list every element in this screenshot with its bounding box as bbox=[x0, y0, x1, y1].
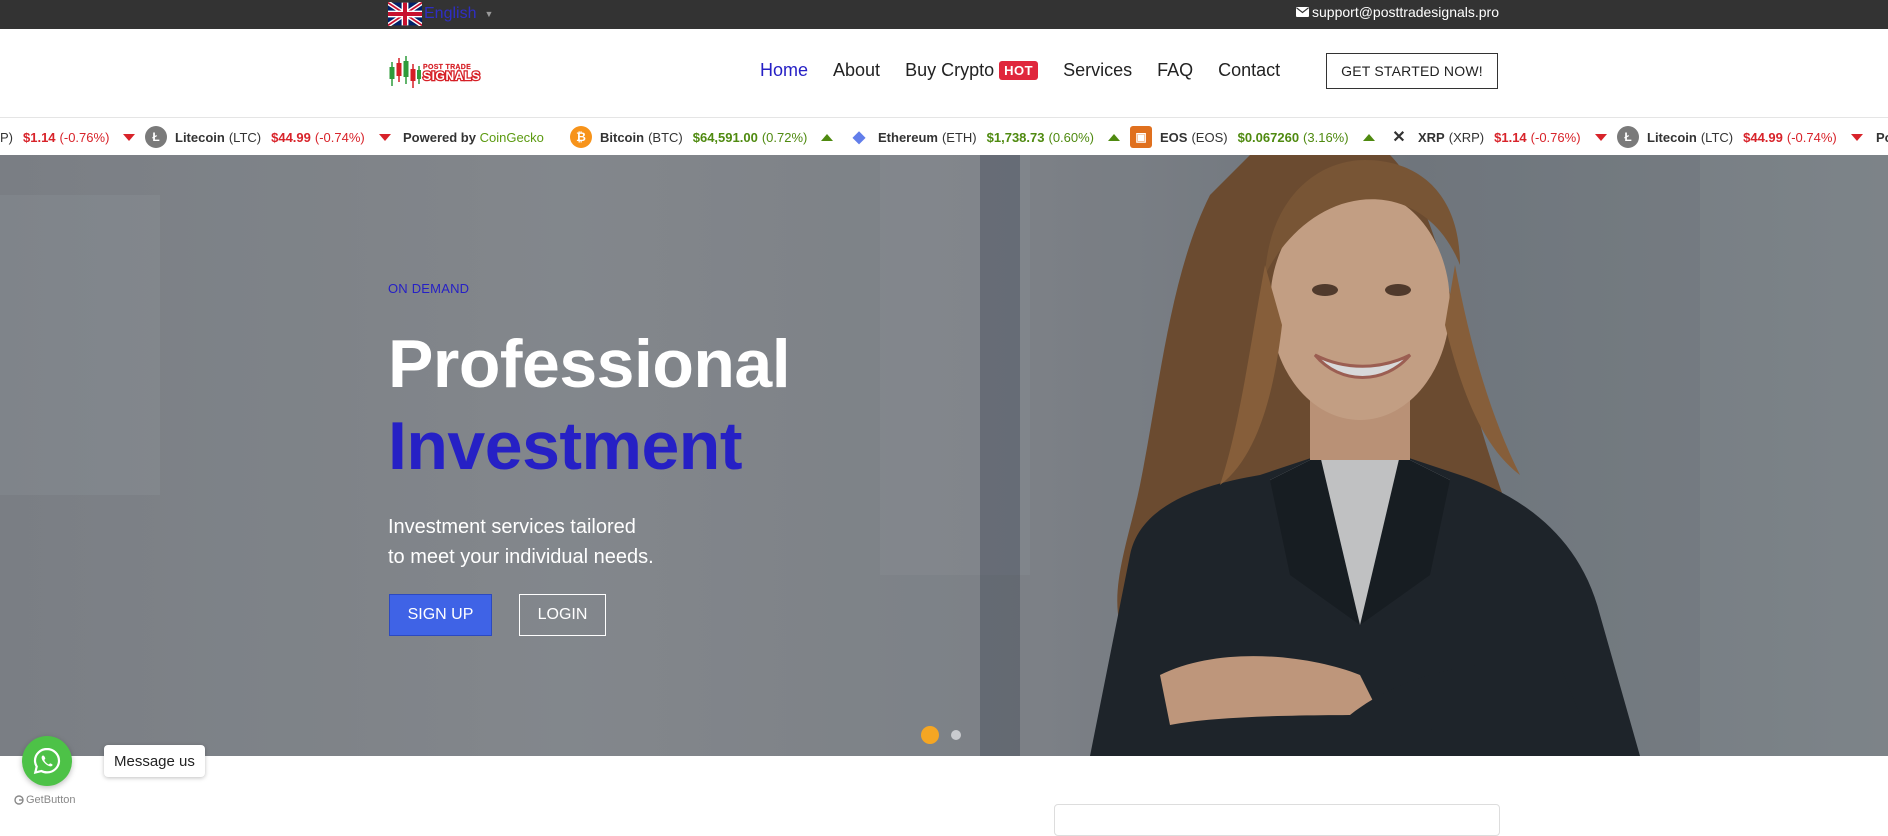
ticker-change: (-0.76%) bbox=[1530, 129, 1581, 145]
hero-subtitle-line-1: Investment services tailored bbox=[388, 516, 636, 538]
ticker-price: $0.067260 bbox=[1237, 129, 1300, 145]
ticker-powered-by[interactable]: Powered by CoinGecko bbox=[403, 118, 544, 156]
ticker-name: XRP bbox=[1418, 129, 1445, 145]
ticker-symbol: (BTC) bbox=[648, 129, 683, 145]
bitcoin-icon: ₿ bbox=[570, 126, 592, 148]
hero-title-line-1: Professional bbox=[388, 326, 791, 402]
candlestick-logo-icon bbox=[389, 56, 421, 88]
up-arrow-icon bbox=[821, 133, 834, 141]
ticker-price: $44.99 bbox=[271, 129, 311, 145]
site-logo[interactable]: POST TRADE SIGNALS bbox=[388, 54, 481, 90]
ticker-price: $1.14 bbox=[1494, 129, 1527, 145]
ticker-item-eos[interactable]: ▣ EOS (EOS) $0.067260 (3.16%) bbox=[1130, 118, 1375, 156]
nav-buy-crypto[interactable]: Buy Crypto HOT bbox=[905, 60, 1039, 81]
ticker-item-xrp-partial[interactable]: P) $1.14 (-0.76%) bbox=[0, 118, 136, 156]
coingecko-link[interactable]: CoinGecko bbox=[480, 130, 544, 145]
get-started-button[interactable]: GET STARTED NOW! bbox=[1326, 53, 1498, 89]
ticker-price: $44.99 bbox=[1743, 129, 1783, 145]
down-arrow-icon bbox=[123, 133, 136, 141]
ticker-symbol: (ETH) bbox=[941, 129, 977, 145]
nav-faq[interactable]: FAQ bbox=[1157, 60, 1193, 81]
litecoin-icon: Ł bbox=[1617, 126, 1639, 148]
uk-flag-icon bbox=[388, 2, 422, 26]
site-header: POST TRADE SIGNALS Home About Buy Crypto… bbox=[0, 29, 1888, 117]
getbutton-logo-icon bbox=[14, 795, 24, 805]
slider-dot-1[interactable] bbox=[921, 726, 939, 744]
getbutton-credit[interactable]: GetButton bbox=[14, 794, 76, 806]
ticker-name: Litecoin bbox=[1647, 129, 1697, 145]
ticker-change: (-0.76%) bbox=[59, 129, 110, 145]
hero-subtitle-line-2: to meet your individual needs. bbox=[388, 546, 654, 568]
slider-dot-2[interactable] bbox=[951, 730, 961, 740]
ethereum-icon: ◆ bbox=[852, 129, 866, 146]
whatsapp-icon bbox=[33, 747, 61, 775]
ticker-symbol: (LTC) bbox=[228, 129, 262, 145]
login-button[interactable]: LOGIN bbox=[519, 594, 606, 636]
caret-down-icon[interactable]: ▼ bbox=[484, 9, 493, 19]
ticker-symbol: (LTC) bbox=[1700, 129, 1734, 145]
ticker-item-xrp[interactable]: ✕ XRP (XRP) $1.14 (-0.76%) bbox=[1388, 118, 1607, 156]
support-email-text[interactable]: support@posttradesignals.pro bbox=[1312, 4, 1499, 20]
logo-wordmark: POST TRADE SIGNALS bbox=[422, 63, 482, 84]
nav-contact[interactable]: Contact bbox=[1218, 60, 1280, 81]
hero-title-line-2: Investment bbox=[388, 408, 743, 484]
content-card-top-edge bbox=[1054, 804, 1500, 836]
hero-subtitle: Investment services tailored to meet you… bbox=[388, 512, 654, 572]
up-arrow-icon bbox=[1108, 133, 1121, 141]
ticker-price: $1.14 bbox=[23, 129, 56, 145]
language-label[interactable]: English bbox=[424, 5, 476, 23]
getbutton-label[interactable]: GetButton bbox=[26, 794, 76, 806]
ticker-price: $1,738.73 bbox=[986, 129, 1045, 145]
powered-by-label: Powered by bbox=[403, 129, 476, 145]
whatsapp-button[interactable] bbox=[22, 736, 72, 786]
support-email[interactable]: support@posttradesignals.pro bbox=[1296, 4, 1499, 20]
hot-badge: HOT bbox=[999, 61, 1039, 80]
ticker-item-bitcoin[interactable]: ₿ Bitcoin (BTC) $64,591.00 (0.72%) bbox=[570, 118, 834, 156]
litecoin-icon: Ł bbox=[145, 126, 167, 148]
ticker-change: (0.60%) bbox=[1048, 129, 1095, 145]
ticker-symbol: P) bbox=[0, 129, 13, 145]
logo-line-2: SIGNALS bbox=[422, 69, 482, 84]
up-arrow-icon bbox=[1362, 133, 1375, 141]
ticker-name: Litecoin bbox=[175, 129, 225, 145]
message-us-bubble[interactable]: Message us bbox=[104, 745, 205, 777]
nav-buy-crypto-label[interactable]: Buy Crypto bbox=[905, 60, 994, 81]
sign-up-button[interactable]: SIGN UP bbox=[389, 594, 492, 636]
down-arrow-icon bbox=[1850, 133, 1863, 141]
ticker-name: Bitcoin bbox=[600, 129, 645, 145]
ticker-name: Ethereum bbox=[878, 129, 938, 145]
ticker-item-litecoin[interactable]: Ł Litecoin (LTC) $44.99 (-0.74%) bbox=[145, 118, 391, 156]
ticker-change: (0.72%) bbox=[761, 129, 808, 145]
xrp-icon: ✕ bbox=[1392, 129, 1406, 146]
ticker-change: (-0.74%) bbox=[314, 129, 365, 145]
ticker-symbol: (XRP) bbox=[1448, 129, 1485, 145]
nav-home[interactable]: Home bbox=[760, 60, 808, 81]
ticker-price: $64,591.00 bbox=[692, 129, 758, 145]
ticker-item-litecoin[interactable]: Ł Litecoin (LTC) $44.99 (-0.74%) bbox=[1617, 118, 1863, 156]
ticker-symbol: (EOS) bbox=[1191, 129, 1228, 145]
ticker-change: (-0.74%) bbox=[1786, 129, 1837, 145]
eos-icon: ▣ bbox=[1130, 126, 1152, 148]
crypto-price-ticker: P) $1.14 (-0.76%) Ł Litecoin (LTC) $44.9… bbox=[0, 117, 1888, 156]
ticker-item-ethereum[interactable]: ◆ Ethereum (ETH) $1,738.73 (0.60%) bbox=[848, 118, 1121, 156]
ticker-change: (3.16%) bbox=[1303, 129, 1349, 145]
hero-eyebrow: ON DEMAND bbox=[388, 281, 470, 296]
ticker-name: EOS bbox=[1160, 129, 1188, 145]
hero-slider: ON DEMAND Professional Investment Invest… bbox=[0, 155, 1888, 756]
top-bar: English ▼ support@posttradesignals.pro bbox=[0, 0, 1888, 29]
main-nav: Home About Buy Crypto HOT Services FAQ C… bbox=[760, 60, 1305, 81]
language-selector[interactable]: English ▼ bbox=[388, 2, 493, 26]
ticker-powered-by-partial[interactable]: Po bbox=[1876, 118, 1888, 156]
down-arrow-icon bbox=[378, 133, 391, 141]
hero-overlay bbox=[0, 155, 1888, 756]
nav-about[interactable]: About bbox=[833, 60, 880, 81]
down-arrow-icon bbox=[1594, 133, 1607, 141]
powered-by-partial: Po bbox=[1876, 129, 1888, 145]
envelope-icon bbox=[1296, 7, 1310, 17]
nav-services[interactable]: Services bbox=[1063, 60, 1132, 81]
